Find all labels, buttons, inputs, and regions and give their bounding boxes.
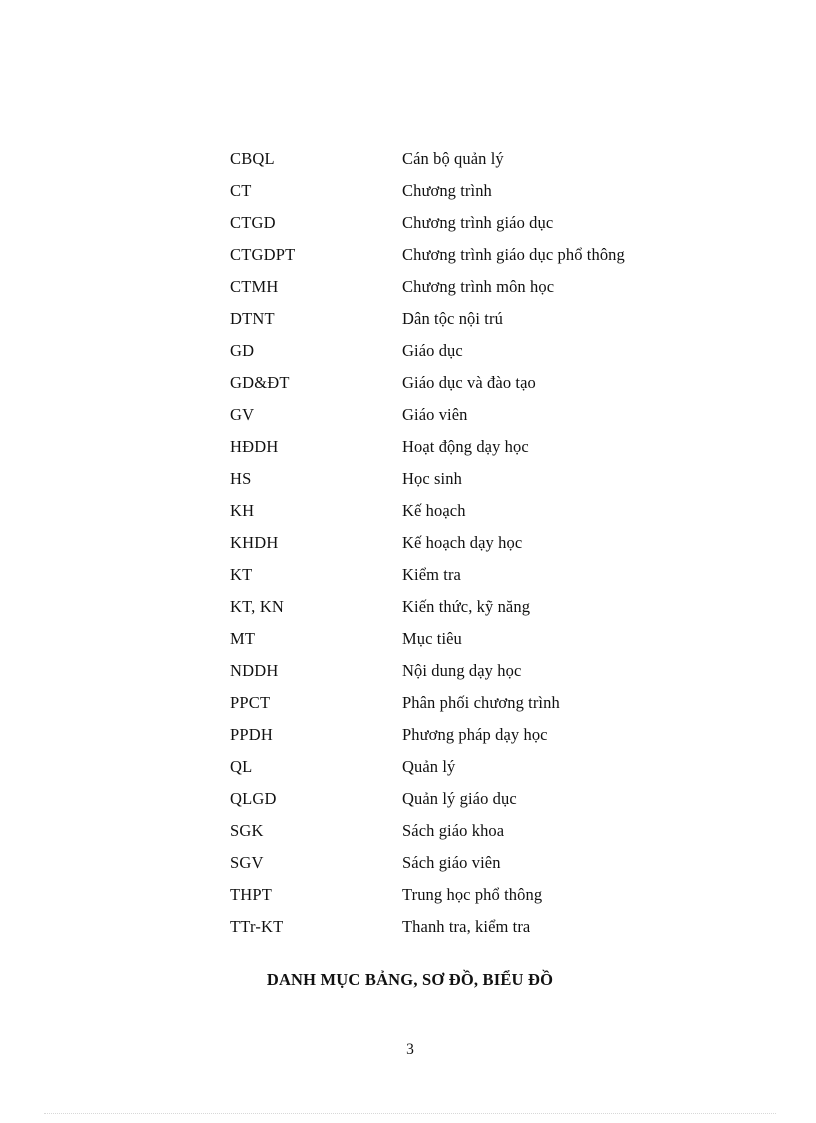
abbreviation-definition: Quản lý <box>402 757 456 776</box>
abbreviation-row: QLGD Quản lý giáo dục <box>230 783 750 815</box>
abbreviation-term: KHDH <box>230 533 279 552</box>
bottom-divider <box>44 1113 776 1115</box>
abbreviation-definition: Chương trình môn học <box>402 277 555 296</box>
page-number-text: 3 <box>406 1041 414 1058</box>
abbreviation-term: GD&ĐT <box>230 373 290 392</box>
abbreviation-definition: Quản lý giáo dục <box>402 789 517 808</box>
abbreviation-row: NDDH Nội dung dạy học <box>230 655 750 687</box>
abbreviation-term: CTMH <box>230 277 279 296</box>
abbreviation-definition: Nội dung dạy học <box>402 661 522 680</box>
abbreviation-row: CTGDPT Chương trình giáo dục phổ thông <box>230 239 750 271</box>
abbreviation-row: PPCT Phân phối chương trình <box>230 687 750 719</box>
abbreviation-term: KT <box>230 565 253 584</box>
abbreviation-row: MT Mục tiêu <box>230 623 750 655</box>
abbreviation-definition: Kiến thức, kỹ năng <box>402 597 531 616</box>
abbreviation-term: QL <box>230 757 253 776</box>
abbreviation-definition: Kế hoạch dạy học <box>402 533 523 552</box>
abbreviation-definition: Giáo dục <box>402 341 463 360</box>
abbreviation-row: GV Giáo viên <box>230 399 750 431</box>
abbreviation-definition: Cán bộ quản lý <box>402 149 504 168</box>
abbreviation-definition: Sách giáo khoa <box>402 821 505 840</box>
abbreviation-term: PPCT <box>230 693 271 712</box>
abbreviation-row: CT Chương trình <box>230 175 750 207</box>
abbreviation-row: TTr-KT Thanh tra, kiểm tra <box>230 911 750 943</box>
abbreviation-term: SGV <box>230 853 264 872</box>
abbreviation-row: SGV Sách giáo viên <box>230 847 750 879</box>
abbreviation-row: KH Kế hoạch <box>230 495 750 527</box>
abbreviation-definition: Chương trình giáo dục phổ thông <box>402 245 625 264</box>
abbreviation-definition: Giáo viên <box>402 405 468 424</box>
abbreviation-term: TTr-KT <box>230 917 284 936</box>
abbreviation-definition: Hoạt động dạy học <box>402 437 529 456</box>
abbreviation-definition: Giáo dục và đào tạo <box>402 373 536 392</box>
abbreviation-row: PPDH Phương pháp dạy học <box>230 719 750 751</box>
abbreviation-row: THPT Trung học phổ thông <box>230 879 750 911</box>
abbreviation-row: CBQL Cán bộ quản lý <box>230 143 750 175</box>
abbreviation-term: CBQL <box>230 149 275 168</box>
abbreviation-term: KT, KN <box>230 597 285 616</box>
abbreviation-row: DTNT Dân tộc nội trú <box>230 303 750 335</box>
abbreviation-row: CTGD Chương trình giáo dục <box>230 207 750 239</box>
abbreviation-term: PPDH <box>230 725 273 744</box>
abbreviation-term: QLGD <box>230 789 277 808</box>
abbreviation-term: SGK <box>230 821 264 840</box>
abbreviation-row: HĐDH Hoạt động dạy học <box>230 431 750 463</box>
abbreviation-term: GD <box>230 341 255 360</box>
abbreviation-definition: Sách giáo viên <box>402 853 501 872</box>
abbreviation-definition: Kế hoạch <box>402 501 466 520</box>
abbreviation-row: KT, KN Kiến thức, kỹ năng <box>230 591 750 623</box>
abbreviation-definition: Trung học phổ thông <box>402 885 543 904</box>
abbreviation-row: QL Quản lý <box>230 751 750 783</box>
abbreviation-definition: Chương trình giáo dục <box>402 213 554 232</box>
abbreviation-term: DTNT <box>230 309 275 328</box>
abbreviation-row: GD Giáo dục <box>230 335 750 367</box>
abbreviation-list: CBQL Cán bộ quản lý CT Chương trình CTGD Chươ… <box>230 143 750 943</box>
abbreviation-definition: Phương pháp dạy học <box>402 725 548 744</box>
abbreviation-row: CTMH Chương trình môn học <box>230 271 750 303</box>
abbreviation-definition: Mục tiêu <box>402 629 462 648</box>
abbreviation-row: HS Học sinh <box>230 463 750 495</box>
abbreviation-definition: Kiểm tra <box>402 565 461 584</box>
abbreviation-term: HS <box>230 469 252 488</box>
abbreviation-definition: Dân tộc nội trú <box>402 309 503 328</box>
abbreviation-row: KT Kiểm tra <box>230 559 750 591</box>
abbreviation-row: KHDH Kế hoạch dạy học <box>230 527 750 559</box>
section-heading: DANH MỤC BẢNG, SƠ ĐỒ, BIỂU ĐỒ <box>0 970 816 990</box>
abbreviation-row: GD&ĐT Giáo dục và đào tạo <box>230 367 750 399</box>
abbreviation-definition: Chương trình <box>402 181 492 200</box>
section-heading-text: DANH MỤC BẢNG, SƠ ĐỒ, BIỂU ĐỒ <box>266 970 554 989</box>
abbreviation-term: CTGDPT <box>230 245 296 264</box>
abbreviation-term: CTGD <box>230 213 276 232</box>
abbreviation-term: GV <box>230 405 255 424</box>
abbreviation-definition: Học sinh <box>402 469 462 488</box>
page-number: 3 <box>0 1041 816 1059</box>
abbreviation-definition: Phân phối chương trình <box>402 693 560 712</box>
abbreviation-term: NDDH <box>230 661 279 680</box>
abbreviation-term: KH <box>230 501 255 520</box>
abbreviation-term: MT <box>230 629 256 648</box>
document-page: CBQL Cán bộ quản lý CT Chương trình CTGD Chươ… <box>0 0 816 1123</box>
abbreviation-term: HĐDH <box>230 437 279 456</box>
abbreviation-term: THPT <box>230 885 273 904</box>
abbreviation-definition: Thanh tra, kiểm tra <box>402 917 531 936</box>
abbreviation-row: SGK Sách giáo khoa <box>230 815 750 847</box>
abbreviation-term: CT <box>230 181 252 200</box>
